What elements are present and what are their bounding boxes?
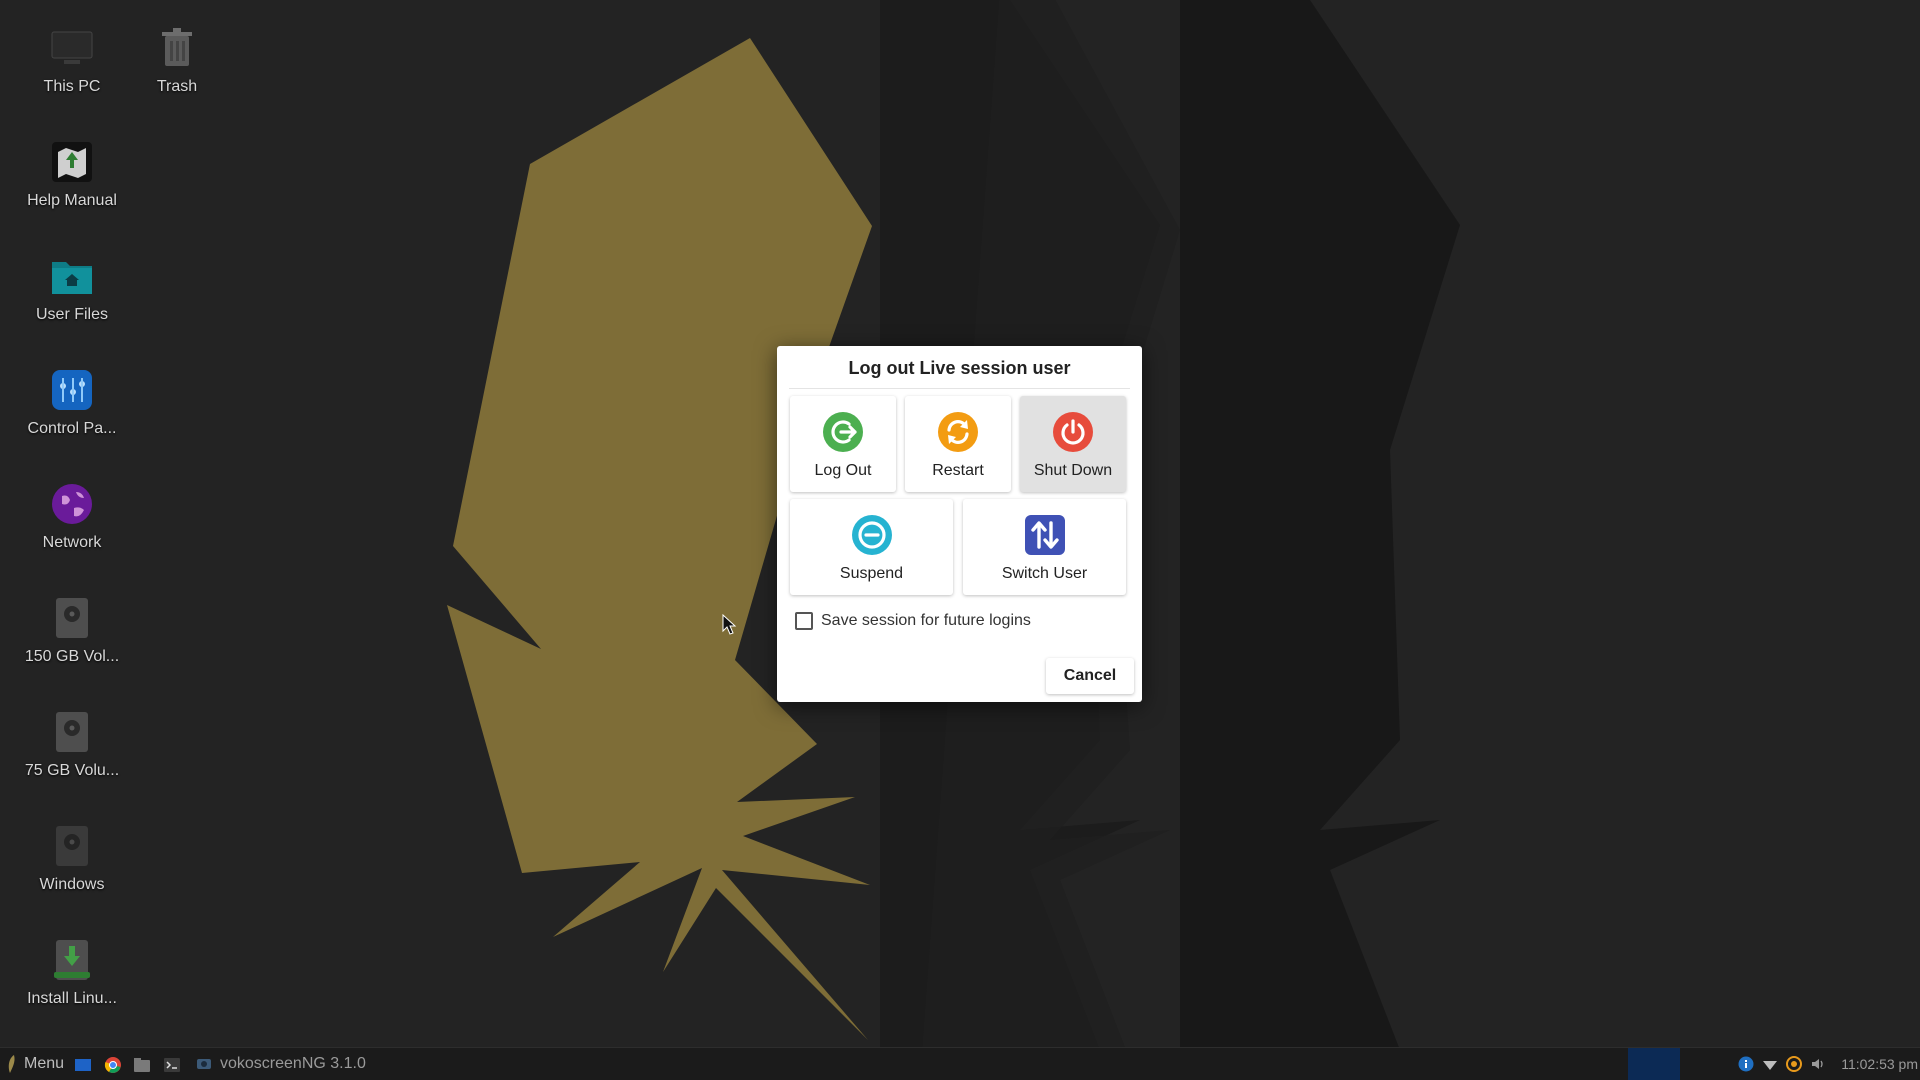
desktop-icon-label: Trash — [156, 78, 198, 95]
vokoscreen-app-icon — [197, 1059, 211, 1069]
desktop-icon-label: 75 GB Volu... — [24, 762, 120, 779]
dialog-divider — [789, 388, 1130, 389]
install-icon — [54, 940, 90, 980]
desktop-icon-label: User Files — [35, 306, 108, 323]
save-session-option[interactable]: Save session for future logins — [795, 612, 1031, 630]
drive-icon — [56, 598, 88, 638]
show-desktop-icon[interactable] — [74, 1056, 92, 1074]
save-session-label: Save session for future logins — [821, 612, 1031, 629]
desktop-icon-install-linux[interactable]: Install Linu... — [12, 936, 132, 1008]
dialog-title: Log out Live session user — [848, 358, 1071, 378]
taskbar-window-label: vokoscreenNG 3.1.0 — [220, 1055, 366, 1072]
help-manual-icon — [52, 142, 92, 182]
drive-icon — [56, 712, 88, 752]
taskbar-window-vokoscreen[interactable]: vokoscreenNG 3.1.0 — [196, 1053, 366, 1075]
power-icon — [1053, 412, 1093, 452]
logout-icon — [823, 412, 863, 452]
desktop-icon-label: Install Linu... — [27, 990, 117, 1007]
wifi-icon[interactable] — [1762, 1056, 1778, 1072]
desktop-icon-label: Control Pa... — [27, 420, 117, 437]
menu-label: Menu — [24, 1055, 65, 1072]
control-panel-icon — [52, 370, 92, 410]
logout-label: Log Out — [814, 462, 872, 479]
home-folder-icon — [52, 262, 92, 294]
desktop-icon-150gb-volume[interactable]: 150 GB Vol... — [12, 594, 132, 666]
terminal-icon[interactable] — [163, 1056, 181, 1074]
desktop-icon-label: Network — [42, 534, 102, 551]
desktop-icon-label: Help Manual — [27, 192, 117, 209]
restart-icon — [938, 412, 978, 452]
drive-icon — [56, 826, 88, 866]
update-manager-icon[interactable] — [1786, 1056, 1802, 1072]
restart-button[interactable]: Restart — [905, 396, 1011, 492]
desktop-icon-label: 150 GB Vol... — [24, 648, 120, 665]
desktop-icon-user-files[interactable]: User Files — [12, 252, 132, 324]
logout-button[interactable]: Log Out — [790, 396, 896, 492]
desktop-icon-network[interactable]: Network — [12, 480, 132, 552]
desktop-icon-75gb-volume[interactable]: 75 GB Volu... — [12, 708, 132, 780]
switch-user-label: Switch User — [1001, 565, 1088, 582]
save-session-checkbox[interactable] — [795, 612, 813, 630]
desktop-icon-this-pc[interactable]: This PC — [12, 24, 132, 96]
suspend-icon — [851, 515, 892, 555]
switch-user-icon — [1024, 515, 1065, 555]
info-icon[interactable] — [1738, 1056, 1754, 1072]
desktop-icon-trash[interactable]: Trash — [117, 24, 237, 96]
taskbar: Menu vokoscreenNG 3.1.0 11:02:53 pm — [0, 1047, 1920, 1080]
desktop-icon-label: This PC — [43, 78, 101, 95]
menu-button[interactable]: Menu — [6, 1054, 64, 1074]
mouse-cursor-icon — [722, 614, 737, 635]
switch-user-button[interactable]: Switch User — [963, 499, 1126, 595]
shutdown-label: Shut Down — [1033, 462, 1113, 479]
workspace-switcher[interactable] — [1628, 1048, 1680, 1080]
network-globe-icon — [52, 484, 92, 524]
chrome-browser-icon[interactable] — [104, 1056, 122, 1074]
volume-icon[interactable] — [1810, 1056, 1826, 1072]
desktop-icon-control-panel[interactable]: Control Pa... — [12, 366, 132, 438]
suspend-button[interactable]: Suspend — [790, 499, 953, 595]
file-manager-icon[interactable] — [133, 1056, 151, 1074]
menu-leaf-icon — [8, 1055, 15, 1073]
clock[interactable]: 11:02:53 pm — [1841, 1056, 1918, 1072]
logout-dialog: Log out Live session user Log Out Restar… — [777, 346, 1142, 702]
suspend-label: Suspend — [839, 565, 904, 582]
shutdown-button[interactable]: Shut Down — [1020, 396, 1126, 492]
desktop-icon-help-manual[interactable]: Help Manual — [12, 138, 132, 210]
restart-label: Restart — [932, 462, 984, 479]
desktop-icon-label: Windows — [39, 876, 105, 893]
cancel-button[interactable]: Cancel — [1046, 658, 1134, 694]
trash-icon — [162, 28, 192, 66]
desktop-icon-windows[interactable]: Windows — [12, 822, 132, 894]
computer-icon — [51, 31, 93, 64]
